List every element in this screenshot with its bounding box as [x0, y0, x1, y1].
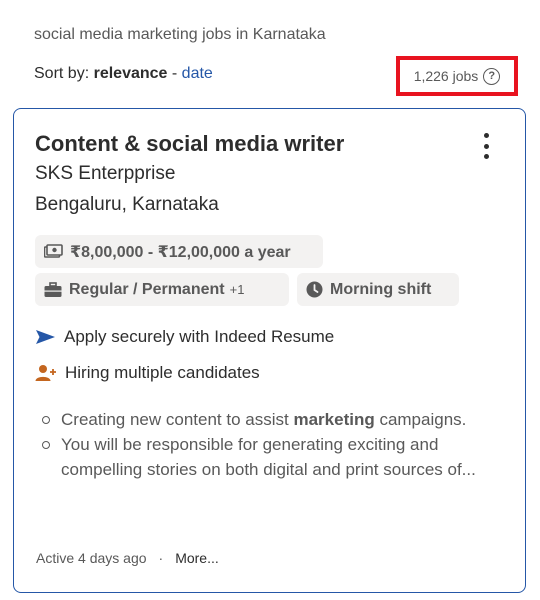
job-count-label: 1,226 jobs	[413, 68, 479, 84]
sort-prefix: Sort by:	[34, 65, 90, 82]
job-type-label: Regular / Permanent	[69, 280, 225, 298]
send-arrow-icon	[36, 330, 55, 344]
hiring-feature-label: Hiring multiple candidates	[65, 363, 260, 382]
salary-chip: ₹8,00,000 - ₹12,00,000 a year	[35, 235, 323, 268]
hiring-feature: Hiring multiple candidates	[35, 363, 260, 383]
footer-dot: ·	[158, 550, 164, 566]
sort-date-link[interactable]: date	[182, 65, 213, 82]
job-card[interactable]: Content & social media writer SKS Enterp…	[13, 108, 526, 593]
job-type-extra: +1	[229, 282, 245, 297]
money-icon	[44, 244, 63, 258]
job-snippet: Creating new content to assist marketing…	[40, 407, 490, 482]
add-person-icon	[35, 365, 56, 381]
company-name: SKS Enterpprise	[35, 163, 176, 184]
job-type-chip: Regular / Permanent +1	[35, 273, 289, 306]
job-footer: Active 4 days ago · More...	[36, 550, 219, 566]
snippet-item: You will be responsible for generating e…	[40, 432, 490, 482]
job-title[interactable]: Content & social media writer	[35, 131, 344, 157]
apply-feature-label: Apply securely with Indeed Resume	[64, 327, 335, 346]
briefcase-icon	[44, 281, 62, 297]
sort-separator: -	[171, 65, 178, 82]
search-summary: social media marketing jobs in Karnataka	[34, 26, 326, 43]
kebab-menu-icon[interactable]	[476, 133, 496, 159]
shift-label: Morning shift	[330, 280, 432, 298]
clock-icon	[306, 281, 323, 298]
job-location: Bengaluru, Karnataka	[35, 194, 219, 215]
sort-relevance: relevance	[93, 65, 168, 82]
snippet-item: Creating new content to assist marketing…	[40, 407, 490, 432]
help-icon[interactable]: ?	[483, 67, 501, 85]
job-count: 1,226 jobs ?	[396, 56, 518, 96]
apply-feature: Apply securely with Indeed Resume	[35, 327, 334, 347]
more-link[interactable]: More...	[175, 550, 219, 566]
shift-chip: Morning shift	[297, 273, 459, 306]
posted-date: Active 4 days ago	[36, 550, 147, 566]
salary-label: ₹8,00,000 - ₹12,00,000 a year	[70, 243, 291, 261]
sort-row: Sort by: relevance - date	[34, 65, 213, 83]
